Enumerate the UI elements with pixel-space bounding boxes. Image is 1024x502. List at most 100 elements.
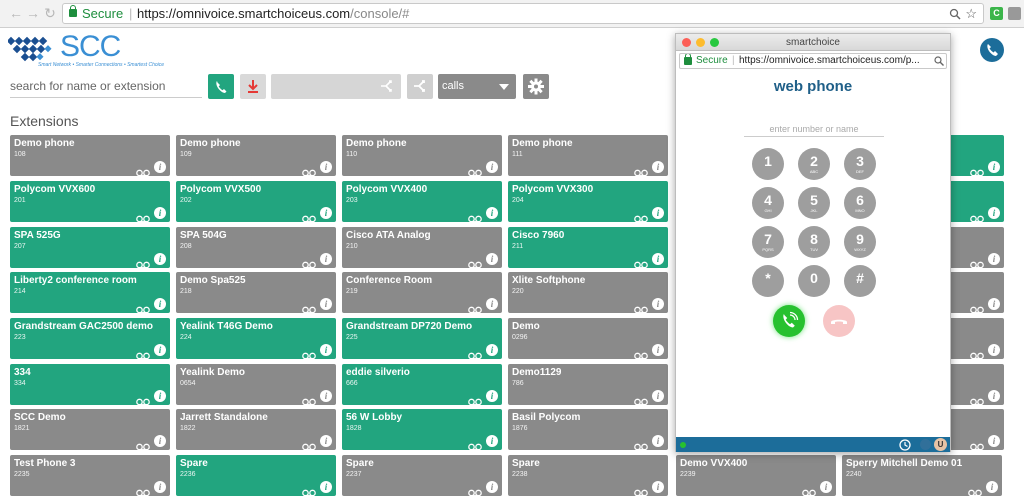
- voicemail-icon[interactable]: [468, 210, 482, 223]
- extension-card-partial[interactable]: i: [942, 318, 1004, 360]
- keypad-key[interactable]: #: [844, 265, 876, 297]
- info-icon[interactable]: i: [820, 481, 832, 493]
- info-icon[interactable]: i: [988, 207, 1000, 219]
- keypad-key[interactable]: 3 DEF: [844, 148, 876, 180]
- info-icon[interactable]: i: [154, 390, 166, 402]
- voicemail-icon[interactable]: [634, 210, 648, 223]
- info-icon[interactable]: i: [486, 161, 498, 173]
- info-icon[interactable]: i: [320, 207, 332, 219]
- info-icon[interactable]: i: [320, 298, 332, 310]
- voicemail-icon[interactable]: [970, 438, 984, 451]
- voicemail-icon[interactable]: [302, 484, 316, 497]
- voicemail-icon[interactable]: [302, 210, 316, 223]
- voicemail-icon[interactable]: [302, 438, 316, 451]
- search-input[interactable]: [10, 75, 202, 98]
- info-icon[interactable]: i: [988, 253, 1000, 265]
- info-icon[interactable]: i: [154, 161, 166, 173]
- extension-card[interactable]: Yealink T46G Demo 224 i: [176, 318, 336, 360]
- extension-card[interactable]: Cisco ATA Analog 210 i: [342, 227, 502, 269]
- keypad-key[interactable]: 7 PQRS: [752, 226, 784, 258]
- keypad-key[interactable]: *: [752, 265, 784, 297]
- info-icon[interactable]: i: [986, 481, 998, 493]
- voicemail-icon[interactable]: [634, 438, 648, 451]
- extension-card[interactable]: Spare 2238 i: [508, 455, 668, 497]
- dial-call-button[interactable]: [773, 305, 805, 337]
- voicemail-icon[interactable]: [634, 393, 648, 406]
- extension-card[interactable]: Sperry Mitchell Demo 01 2240 i: [842, 455, 1002, 497]
- info-icon[interactable]: i: [154, 253, 166, 265]
- extension-card[interactable]: Polycom VVX600 201 i: [10, 181, 170, 223]
- info-icon[interactable]: i: [988, 344, 1000, 356]
- download-button[interactable]: [240, 74, 266, 99]
- extension-card[interactable]: 334 334 i: [10, 364, 170, 406]
- voicemail-icon[interactable]: [302, 347, 316, 360]
- voicemail-icon[interactable]: [136, 301, 150, 314]
- extension-card[interactable]: Demo phone 108 i: [10, 135, 170, 177]
- voicemail-icon[interactable]: [970, 301, 984, 314]
- keypad-key[interactable]: 0: [798, 265, 830, 297]
- call-button[interactable]: [208, 74, 234, 99]
- extension-card[interactable]: Liberty2 conference room 214 i: [10, 272, 170, 314]
- voicemail-icon[interactable]: [970, 210, 984, 223]
- popup-zoom-icon[interactable]: [934, 56, 944, 66]
- voicemail-icon[interactable]: [634, 347, 648, 360]
- voicemail-icon[interactable]: [468, 393, 482, 406]
- voicemail-icon[interactable]: [136, 484, 150, 497]
- voicemail-icon[interactable]: [302, 256, 316, 269]
- info-icon[interactable]: i: [154, 435, 166, 447]
- extension-card[interactable]: Polycom VVX300 204 i: [508, 181, 668, 223]
- voicemail-icon[interactable]: [136, 438, 150, 451]
- extension-card[interactable]: Cisco 7960 211 i: [508, 227, 668, 269]
- extension-card[interactable]: Demo phone 109 i: [176, 135, 336, 177]
- info-icon[interactable]: i: [486, 344, 498, 356]
- clock-history-icon[interactable]: [899, 439, 911, 451]
- extension-card[interactable]: SPA 504G 208 i: [176, 227, 336, 269]
- extension-card[interactable]: Demo Spa525 218 i: [176, 272, 336, 314]
- back-arrow-icon[interactable]: ←: [8, 5, 24, 21]
- info-icon[interactable]: i: [486, 253, 498, 265]
- info-icon[interactable]: i: [988, 435, 1000, 447]
- voicemail-icon[interactable]: [136, 164, 150, 177]
- voicemail-icon[interactable]: [468, 347, 482, 360]
- reload-icon[interactable]: ↻: [42, 5, 58, 21]
- info-icon[interactable]: i: [486, 435, 498, 447]
- voicemail-icon[interactable]: [968, 484, 982, 497]
- extension-card[interactable]: eddie silverio 666 i: [342, 364, 502, 406]
- voicemail-icon[interactable]: [136, 210, 150, 223]
- info-icon[interactable]: i: [320, 344, 332, 356]
- info-icon[interactable]: i: [988, 390, 1000, 402]
- voicemail-icon[interactable]: [302, 164, 316, 177]
- extension-card[interactable]: Polycom VVX500 202 i: [176, 181, 336, 223]
- voicemail-icon[interactable]: [970, 256, 984, 269]
- info-icon[interactable]: i: [486, 481, 498, 493]
- info-icon[interactable]: i: [988, 298, 1000, 310]
- voicemail-icon[interactable]: [136, 256, 150, 269]
- dial-number-input[interactable]: [744, 121, 884, 137]
- extension-card[interactable]: 56 W Lobby 1828 i: [342, 409, 502, 451]
- info-icon[interactable]: i: [652, 390, 664, 402]
- info-icon[interactable]: i: [652, 253, 664, 265]
- info-icon[interactable]: i: [154, 344, 166, 356]
- extension-card[interactable]: Demo phone 110 i: [342, 135, 502, 177]
- settings-button[interactable]: [523, 74, 549, 99]
- info-icon[interactable]: i: [988, 161, 1000, 173]
- extension-card[interactable]: Demo VVX400 2239 i: [676, 455, 836, 497]
- forward-arrow-icon[interactable]: →: [25, 5, 41, 21]
- popup-address-bar[interactable]: Secure | https://omnivoice.smartchoiceus…: [679, 53, 947, 69]
- extension-card[interactable]: Demo phone 111 i: [508, 135, 668, 177]
- info-icon[interactable]: i: [320, 481, 332, 493]
- extension-card[interactable]: Yealink Demo 0654 i: [176, 364, 336, 406]
- info-icon[interactable]: i: [652, 344, 664, 356]
- extension-card[interactable]: Polycom VVX400 203 i: [342, 181, 502, 223]
- bookmark-star-icon[interactable]: ☆: [965, 4, 977, 23]
- voicemail-icon[interactable]: [970, 393, 984, 406]
- web-phone-launch-button[interactable]: [980, 38, 1004, 62]
- extension-card-partial[interactable]: i: [942, 227, 1004, 269]
- extension-c-icon[interactable]: C: [990, 7, 1003, 20]
- user-avatar[interactable]: U: [934, 438, 947, 451]
- extension-card[interactable]: SPA 525G 207 i: [10, 227, 170, 269]
- transfer-button[interactable]: [407, 74, 433, 99]
- info-icon[interactable]: i: [652, 161, 664, 173]
- extension-card[interactable]: Demo1129 786 i: [508, 364, 668, 406]
- keypad-key[interactable]: 4 GHI: [752, 187, 784, 219]
